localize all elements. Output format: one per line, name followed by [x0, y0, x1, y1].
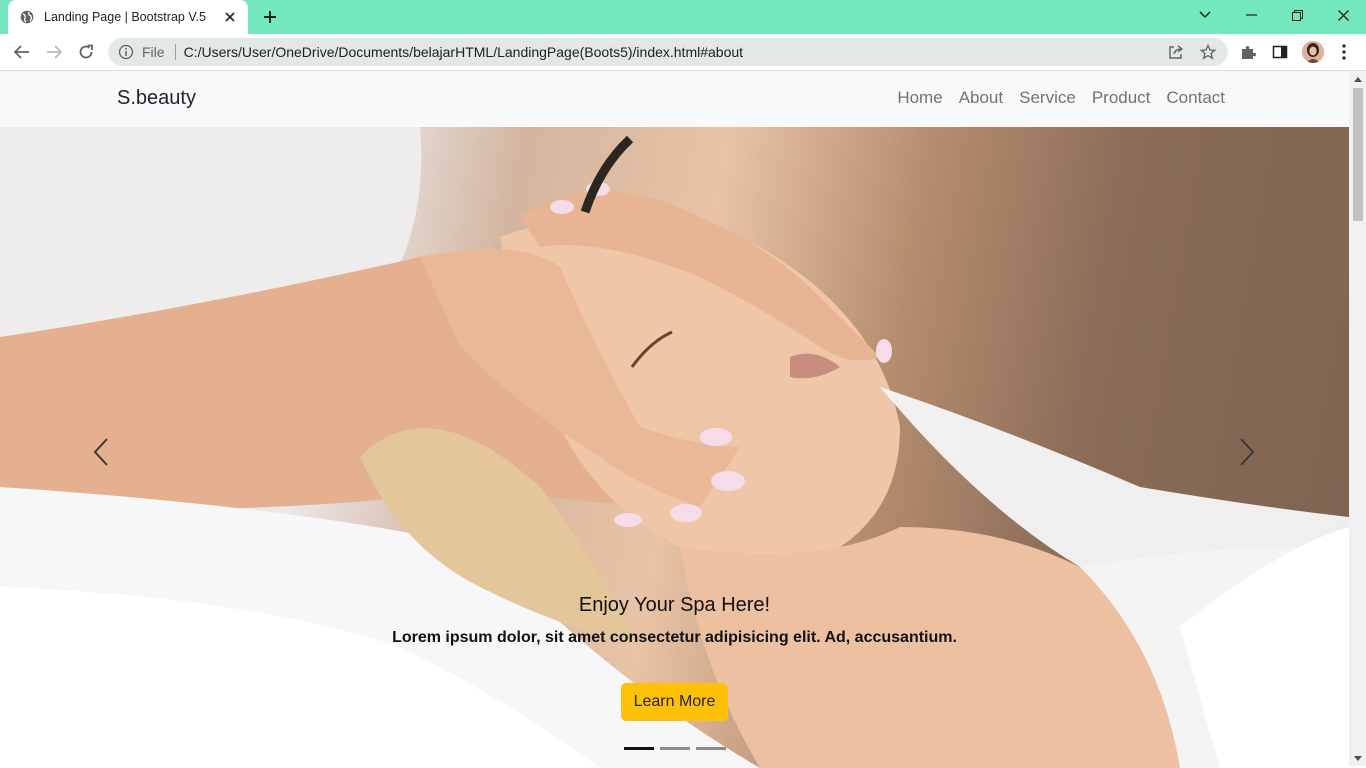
nav-link-contact[interactable]: Contact [1166, 88, 1225, 108]
spa-facial-photo [0, 127, 1349, 768]
tab-search-chevron-icon[interactable] [1182, 0, 1228, 30]
globe-icon [20, 10, 34, 24]
site-navbar: S.beauty Home About Service Product Cont… [0, 71, 1349, 127]
brand-logo[interactable]: S.beauty [117, 87, 196, 110]
page-scrollbar[interactable] [1349, 71, 1366, 766]
carousel-prev-icon[interactable] [83, 427, 119, 477]
tab-title: Landing Page | Bootstrap V.5 [44, 10, 206, 24]
nav-link-product[interactable]: Product [1092, 88, 1151, 108]
new-tab-button[interactable] [258, 5, 282, 29]
back-arrow-icon[interactable] [8, 38, 36, 66]
profile-avatar[interactable] [1302, 41, 1324, 63]
reload-icon[interactable] [72, 38, 100, 66]
carousel-title: Enjoy Your Spa Here! [578, 594, 771, 616]
close-window-icon[interactable] [1320, 0, 1366, 30]
minimize-icon[interactable] [1228, 0, 1274, 30]
scroll-down-arrow-icon[interactable] [1353, 753, 1363, 763]
tab-strip: Landing Page | Bootstrap V.5 [0, 0, 1366, 34]
restore-icon[interactable] [1274, 0, 1320, 30]
learn-more-button[interactable]: Learn More [621, 683, 728, 721]
forward-arrow-icon[interactable] [40, 38, 68, 66]
carousel-next-icon[interactable] [1229, 427, 1265, 477]
carousel-indicators [624, 747, 726, 750]
url-text[interactable]: C:/Users/User/OneDrive/Documents/belajar… [184, 44, 743, 60]
nav-link-about[interactable]: About [959, 88, 1003, 108]
nav-link-service[interactable]: Service [1019, 88, 1076, 108]
browser-tab[interactable]: Landing Page | Bootstrap V.5 [8, 0, 248, 34]
close-tab-icon[interactable] [222, 9, 238, 25]
menu-kebab-icon[interactable] [1333, 41, 1355, 63]
page-viewport: S.beauty Home About Service Product Cont… [0, 71, 1366, 768]
scrollbar-thumb[interactable] [1353, 88, 1363, 221]
url-divider [174, 44, 176, 60]
browser-toolbar: File C:/Users/User/OneDrive/Documents/be… [0, 34, 1366, 71]
hero-carousel: Enjoy Your Spa Here! Lorem ipsum dolor, … [0, 127, 1349, 768]
share-icon[interactable] [1167, 43, 1185, 61]
carousel-text: Lorem ipsum dolor, sit amet consectetur … [392, 629, 957, 646]
info-icon[interactable] [118, 44, 134, 60]
address-bar[interactable]: File C:/Users/User/OneDrive/Documents/be… [108, 38, 1228, 66]
carousel-indicator-1[interactable] [624, 747, 654, 750]
url-scheme-label: File [142, 44, 165, 60]
extensions-puzzle-icon[interactable] [1237, 41, 1259, 63]
side-panel-icon[interactable] [1269, 41, 1291, 63]
bookmark-star-icon[interactable] [1199, 43, 1217, 61]
scroll-up-arrow-icon[interactable] [1353, 74, 1363, 84]
carousel-indicator-3[interactable] [696, 747, 726, 750]
nav-links: Home About Service Product Contact [897, 88, 1225, 108]
carousel-indicator-2[interactable] [660, 747, 690, 750]
nav-link-home[interactable]: Home [897, 88, 942, 108]
